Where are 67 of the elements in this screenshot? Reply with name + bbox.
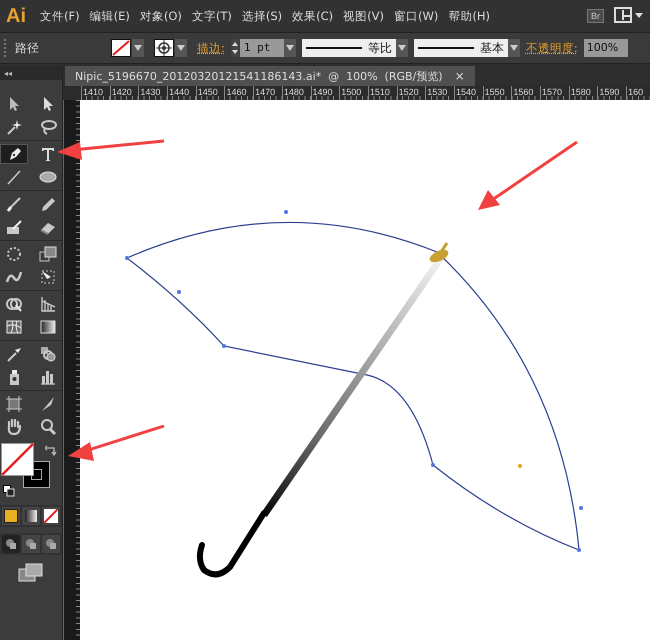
eyedropper-icon [5, 345, 23, 363]
menu-item[interactable]: 文件(F) [40, 8, 80, 24]
blend-icon [39, 345, 57, 363]
gradient-icon [39, 318, 57, 336]
artboard-icon [5, 395, 23, 413]
draw-mode-button[interactable] [2, 535, 20, 553]
caret-icon [134, 45, 142, 51]
opacity-field[interactable]: 100% [584, 39, 628, 57]
brush-dropdown[interactable]: 基本 [414, 39, 508, 57]
menu-item[interactable]: 窗口(W) [394, 8, 438, 24]
default-colors-icon[interactable] [3, 485, 15, 497]
menu-item[interactable]: 对象(O) [140, 8, 182, 24]
draw-mode-icon [5, 538, 17, 550]
rotate-icon [5, 245, 23, 263]
scale-icon [39, 245, 57, 263]
mesh-icon [5, 318, 23, 336]
dropdown-button[interactable] [284, 39, 296, 57]
swap-icon[interactable] [45, 445, 57, 457]
document-tab[interactable]: Nipic_5196670_20120320121541186143.ai* @ 100% (RGB/预览) × [65, 66, 475, 86]
bridge-button[interactable]: Br [587, 9, 604, 23]
bar-chart-icon [39, 368, 57, 386]
blob-brush-icon [5, 218, 23, 236]
paintbrush-icon [5, 195, 23, 213]
tool-button[interactable] [0, 144, 28, 164]
menu-item[interactable]: 选择(S) [242, 8, 282, 24]
caret-icon [286, 45, 294, 51]
menu-item[interactable]: 文字(T) [192, 8, 232, 24]
gradient-button[interactable] [22, 507, 40, 525]
fill-stroke-swatches[interactable] [1, 443, 51, 489]
none-button[interactable] [42, 507, 60, 525]
dropdown-button[interactable] [396, 39, 408, 57]
menu-item[interactable]: 效果(C) [292, 8, 334, 24]
caret-icon [510, 45, 518, 51]
workspace-button[interactable] [614, 6, 644, 26]
dropdown-button[interactable] [508, 39, 520, 57]
stroke-profile-dropdown[interactable]: 等比 [302, 39, 396, 57]
stroke-link[interactable]: 描边: [197, 40, 225, 56]
selection-type-label: 路径 [15, 40, 40, 56]
stroke-weight-stepper[interactable] [230, 39, 239, 57]
caret-icon [398, 45, 406, 51]
draw-mode-button[interactable] [22, 535, 40, 553]
menu-item[interactable]: 编辑(E) [90, 8, 130, 24]
free-transform-icon [39, 268, 57, 286]
menu-item[interactable]: 视图(V) [343, 8, 384, 24]
draw-mode-button[interactable] [42, 535, 60, 553]
stroke-weight-field[interactable]: 1 pt [240, 39, 284, 57]
app-logo: Ai [6, 4, 27, 28]
opacity-link[interactable]: 不透明度: [526, 40, 578, 56]
stroke-color-dropdown[interactable] [111, 39, 144, 57]
collapse-button[interactable]: ◂◂ [0, 68, 12, 78]
line-icon [5, 168, 23, 186]
pencil-icon [39, 195, 57, 213]
screen-mode-icon[interactable] [18, 563, 44, 583]
target-dropdown[interactable] [154, 39, 187, 57]
zoom-icon [39, 418, 57, 436]
shape-builder-icon [5, 295, 23, 313]
type-icon [39, 145, 57, 163]
color-button[interactable] [2, 507, 20, 525]
draw-mode-icon [45, 538, 57, 550]
caret-icon [177, 45, 185, 51]
close-tab-button[interactable]: × [454, 69, 465, 83]
perspective-grid-icon [39, 295, 57, 313]
menu-item[interactable]: 帮助(H) [448, 8, 490, 24]
hand-icon [5, 418, 23, 436]
magic-wand-icon [5, 118, 23, 136]
draw-mode-icon [25, 538, 37, 550]
lasso-icon [39, 118, 57, 136]
